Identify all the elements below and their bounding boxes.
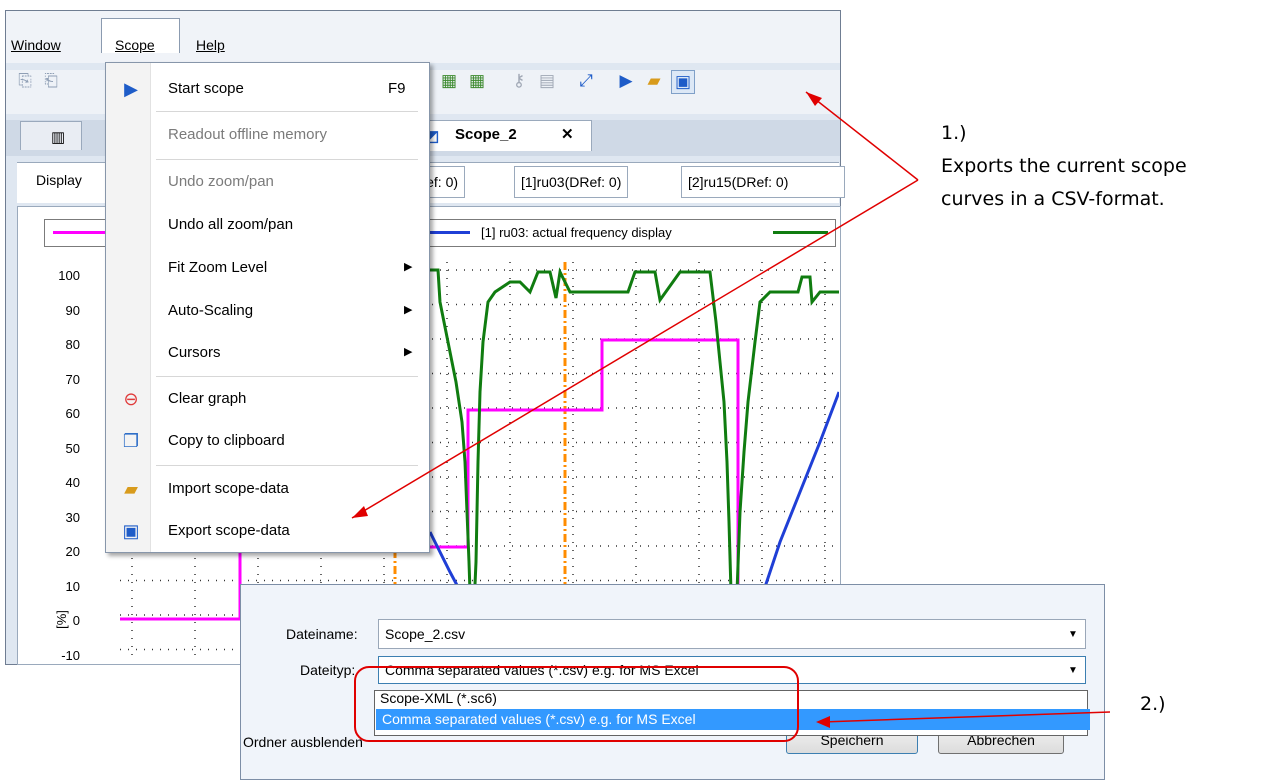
step-1-number: 1.) — [941, 122, 967, 144]
highlight-box — [354, 666, 799, 742]
arrow-line-3 — [821, 711, 1111, 723]
annotation-overlay — [351, 91, 1111, 742]
step-2-number: 2.) — [1140, 693, 1166, 715]
arrow-line-2 — [351, 179, 919, 519]
arrow-line-1 — [805, 91, 919, 181]
step-1-text-line-1: Exports the current scope — [941, 155, 1187, 177]
step-1-text-line-2: curves in a CSV-format. — [941, 188, 1165, 210]
arrowhead-2 — [352, 506, 368, 518]
arrowhead-1 — [806, 92, 822, 106]
arrowhead-3 — [816, 716, 830, 728]
